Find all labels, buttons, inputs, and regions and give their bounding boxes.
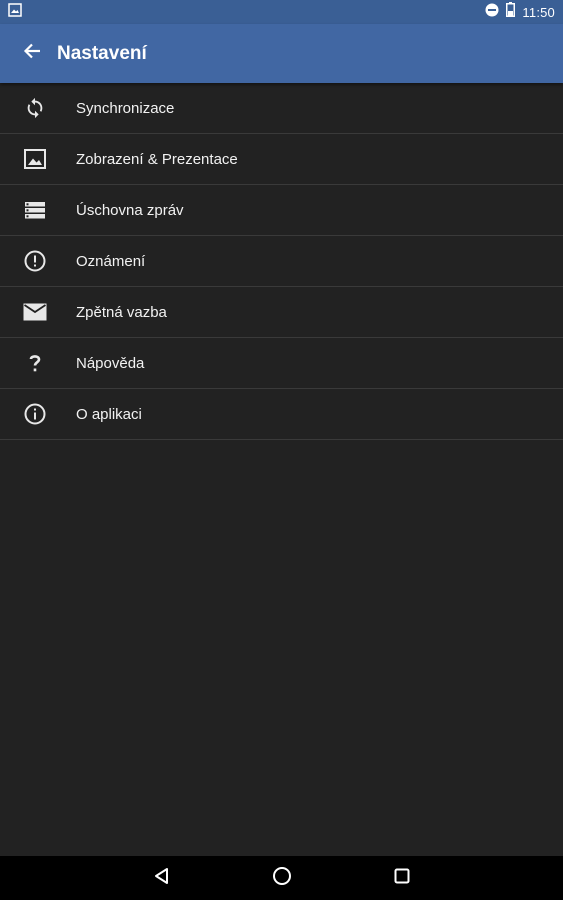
settings-item-oznameni[interactable]: Oznámení bbox=[0, 236, 563, 287]
home-circle-icon bbox=[272, 866, 292, 891]
settings-item-label: O aplikaci bbox=[76, 405, 142, 423]
sync-icon bbox=[23, 96, 47, 120]
nav-home-button[interactable] bbox=[262, 858, 302, 898]
status-bar: 11:50 bbox=[0, 0, 563, 24]
settings-item-label: Zpětná vazba bbox=[76, 303, 167, 321]
nav-back-button[interactable] bbox=[142, 858, 182, 898]
help-icon bbox=[23, 351, 47, 375]
status-time: 11:50 bbox=[522, 4, 555, 20]
recents-square-icon bbox=[394, 868, 410, 889]
image-notification-icon bbox=[8, 2, 22, 22]
battery-icon bbox=[506, 2, 516, 22]
back-button[interactable] bbox=[12, 34, 52, 74]
settings-item-label: Úschovna zpráv bbox=[76, 201, 184, 219]
image-icon bbox=[23, 147, 47, 171]
status-left bbox=[8, 2, 22, 22]
navigation-bar bbox=[0, 856, 563, 900]
settings-list: Synchronizace Zobrazení & Prezentace Úsc… bbox=[0, 83, 563, 440]
arrow-back-icon bbox=[23, 42, 41, 65]
info-icon bbox=[23, 249, 47, 273]
settings-item-uschovna[interactable]: Úschovna zpráv bbox=[0, 185, 563, 236]
nav-recents-button[interactable] bbox=[382, 858, 422, 898]
settings-item-o-aplikaci[interactable]: O aplikaci bbox=[0, 389, 563, 440]
settings-item-label: Nápověda bbox=[76, 354, 145, 372]
app-bar: Nastavení bbox=[0, 24, 563, 83]
settings-item-synchronizace[interactable]: Synchronizace bbox=[0, 83, 563, 134]
settings-item-zobrazeni[interactable]: Zobrazení & Prezentace bbox=[0, 134, 563, 185]
settings-item-label: Synchronizace bbox=[76, 99, 175, 117]
page-title: Nastavení bbox=[57, 42, 147, 64]
info-icon bbox=[23, 402, 47, 426]
status-right: 11:50 bbox=[485, 2, 555, 22]
settings-item-napoveda[interactable]: Nápověda bbox=[0, 338, 563, 389]
settings-item-label: Oznámení bbox=[76, 252, 146, 270]
settings-item-label: Zobrazení & Prezentace bbox=[76, 150, 238, 168]
do-not-disturb-icon bbox=[485, 3, 499, 22]
storage-icon bbox=[23, 198, 47, 222]
settings-item-zpetna-vazba[interactable]: Zpětná vazba bbox=[0, 287, 563, 338]
mail-icon bbox=[23, 300, 47, 324]
back-triangle-icon bbox=[153, 867, 171, 890]
